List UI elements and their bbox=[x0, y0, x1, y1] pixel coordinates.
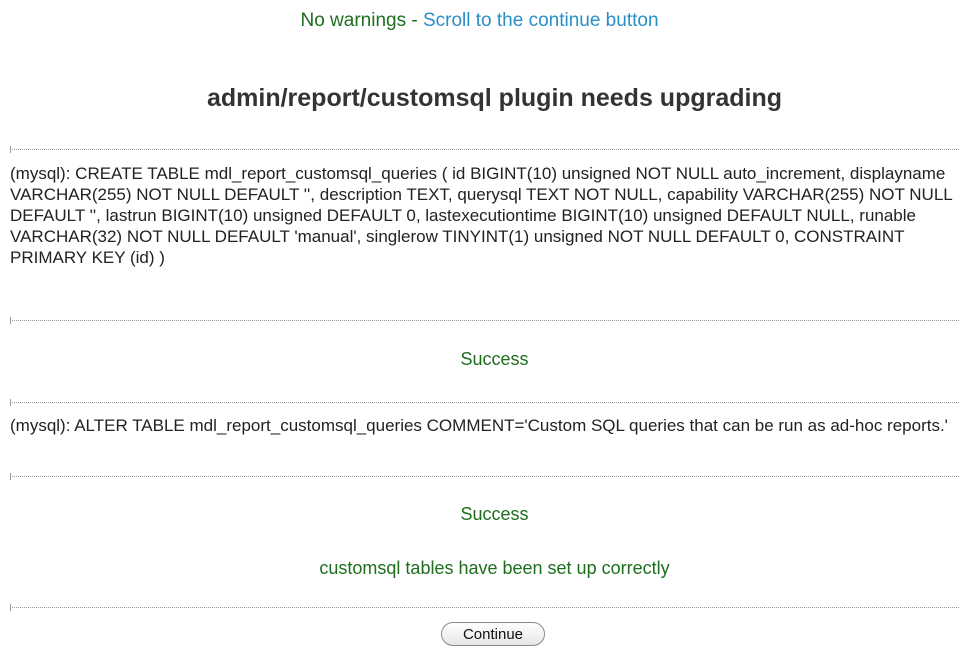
sql-statement: (mysql): ALTER TABLE mdl_report_customsq… bbox=[10, 416, 948, 435]
page-title: admin/report/customsql plugin needs upgr… bbox=[206, 84, 783, 112]
scroll-to-continue-link[interactable]: Scroll to the continue button bbox=[423, 10, 659, 31]
divider bbox=[10, 146, 959, 153]
no-warnings-text: No warnings - bbox=[300, 10, 423, 31]
divider bbox=[10, 604, 959, 611]
setup-complete-message: customsql tables have been set up correc… bbox=[319, 558, 670, 578]
success-message: Success bbox=[460, 504, 529, 524]
divider bbox=[10, 473, 959, 480]
sql-statement: (mysql): CREATE TABLE mdl_report_customs… bbox=[10, 164, 953, 267]
divider bbox=[10, 317, 959, 324]
success-message: Success bbox=[460, 349, 529, 369]
warnings-notice: No warnings - Scroll to the continue but… bbox=[0, 10, 959, 32]
divider bbox=[10, 399, 959, 406]
continue-button[interactable]: Continue bbox=[441, 622, 545, 646]
